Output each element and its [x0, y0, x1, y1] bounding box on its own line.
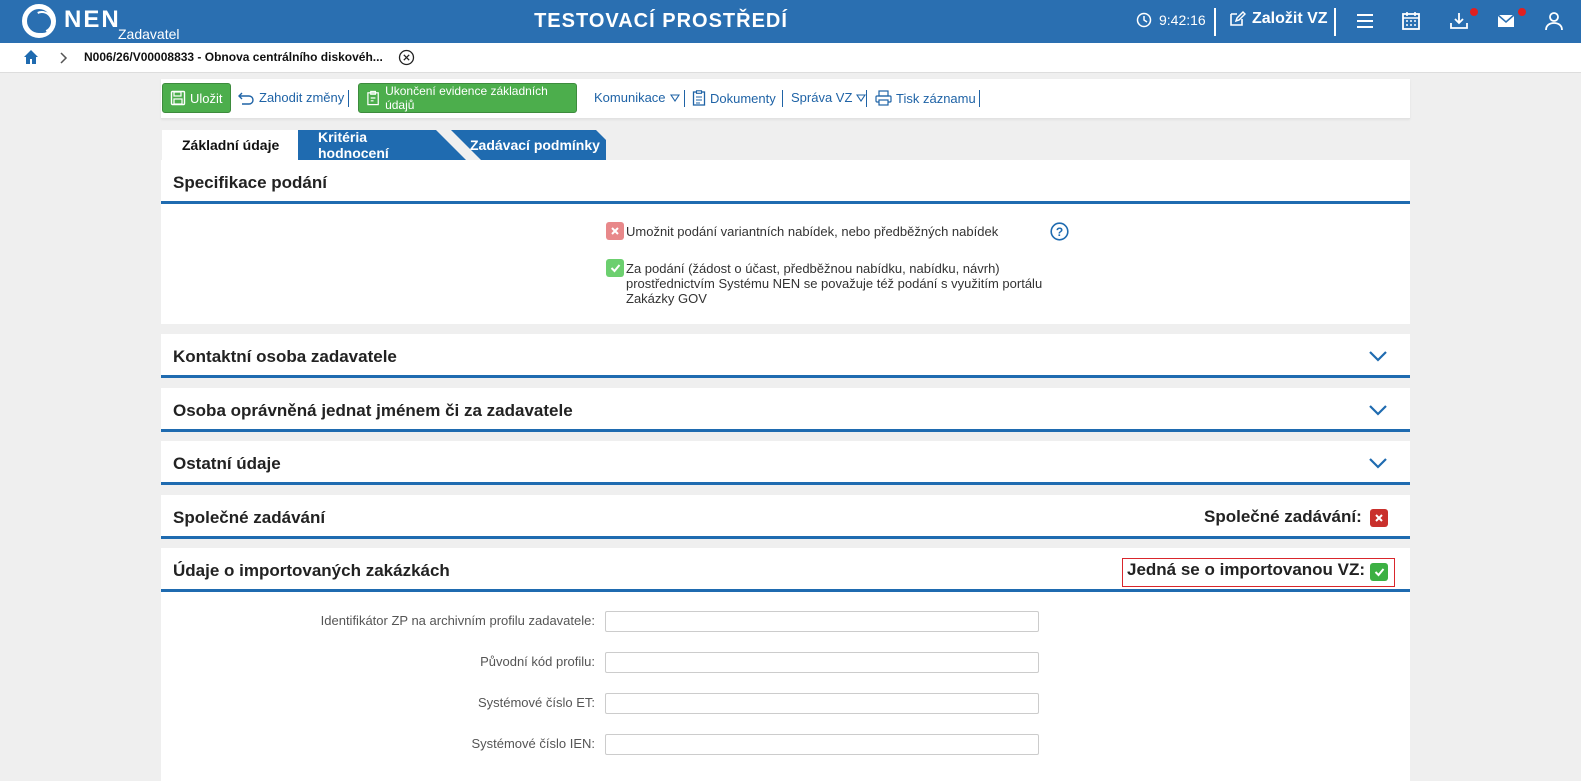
divider — [1334, 8, 1336, 36]
joint-procurement-panel: Společné zadávání Společné zadávání: — [161, 495, 1410, 539]
divider — [782, 90, 783, 107]
variant-bids-label: Umožnit podání variantních nabídek, nebo… — [626, 224, 999, 239]
authorized-person-panel[interactable]: Osoba oprávněná jednat jménem či za zada… — [161, 388, 1410, 432]
archive-id-label: Identifikátor ZP na archivním profilu za… — [320, 613, 595, 628]
action-toolbar: Uložit Zahodit změny Ukončení evidence z… — [161, 79, 1410, 119]
chevron-right-icon — [60, 52, 68, 64]
panel-title: Kontaktní osoba zadavatele — [173, 347, 397, 366]
gov-portal-checkbox[interactable] — [606, 259, 624, 277]
discard-label: Zahodit změny — [259, 90, 345, 105]
panel-title: Údaje o importovaných zakázkách — [173, 561, 450, 580]
panel-title: Specifikace podání — [173, 173, 327, 192]
tab-label: Kritéria hodnocení — [318, 129, 389, 161]
close-icon[interactable] — [398, 49, 415, 66]
contact-person-panel[interactable]: Kontaktní osoba zadavatele — [161, 334, 1410, 378]
system-number-et-label: Systémové číslo ET: — [477, 695, 595, 710]
breadcrumb: N006/26/V00008833 - Obnova centrálního d… — [0, 43, 1581, 73]
print-label: Tisk záznamu — [896, 90, 976, 106]
notification-dot — [1470, 8, 1478, 16]
edit-icon — [1230, 10, 1246, 26]
communication-label: Komunikace — [594, 90, 666, 105]
finish-evidence-label: Ukončení evidence základních údajů — [385, 84, 548, 112]
breadcrumb-item[interactable]: N006/26/V00008833 - Obnova centrálního d… — [84, 50, 383, 64]
submission-spec-panel: Specifikace podání — [161, 160, 1410, 324]
other-data-panel[interactable]: Ostatní údaje — [161, 441, 1410, 485]
joint-procurement-label: Společné zadávání: — [1204, 507, 1362, 526]
save-label: Uložit — [190, 90, 223, 106]
undo-icon — [238, 92, 254, 105]
divider — [348, 90, 349, 107]
divider — [866, 90, 867, 107]
x-icon — [1375, 514, 1383, 522]
session-clock: 9:42:16 — [1136, 12, 1206, 28]
svg-text:?: ? — [1056, 225, 1063, 239]
documents-button[interactable]: Dokumenty — [692, 90, 776, 106]
print-record-button[interactable]: Tisk záznamu — [875, 90, 976, 106]
chevron-down-icon[interactable] — [1368, 350, 1388, 362]
tab-evaluation-criteria[interactable]: Kritéria hodnocení — [298, 129, 436, 161]
home-icon[interactable] — [22, 48, 40, 66]
calendar-icon[interactable] — [1400, 10, 1422, 32]
panel-header: Kontaktní osoba zadavatele — [161, 334, 1410, 378]
tab-notch — [286, 130, 298, 160]
clock-icon — [1136, 12, 1152, 28]
save-icon — [170, 90, 186, 106]
tab-basic-data[interactable]: Základní údaje — [162, 130, 298, 160]
tab-label: Základní údaje — [182, 137, 280, 153]
variant-bids-checkbox[interactable] — [606, 222, 624, 240]
divider — [684, 90, 685, 107]
document-icon — [692, 90, 706, 106]
environment-title: TESTOVACÍ PROSTŘEDÍ — [534, 10, 788, 32]
system-number-et-input[interactable] — [605, 693, 1039, 714]
clock-time: 9:42:16 — [1159, 12, 1206, 28]
panel-header: Specifikace podání — [161, 160, 1410, 204]
tab-tender-conditions[interactable]: Zadávací podmínky — [450, 130, 610, 160]
save-button[interactable]: Uložit — [162, 83, 231, 113]
triangle-down-icon — [856, 93, 867, 102]
chevron-down-icon[interactable] — [1368, 457, 1388, 469]
panel-header: Ostatní údaje — [161, 441, 1410, 485]
gov-portal-label-line2: prostřednictvím Systému NEN se považuje … — [626, 276, 1043, 291]
x-icon — [611, 227, 619, 235]
panel-header: Společné zadávání Společné zadávání: — [161, 495, 1410, 539]
create-vz-label: Založit VZ — [1252, 10, 1328, 27]
gov-portal-label-line3: Zakázky GOV — [626, 291, 707, 306]
page-scrollbar[interactable] — [1566, 82, 1581, 742]
manage-vz-menu[interactable]: Správa VZ — [791, 90, 867, 105]
menu-icon[interactable] — [1354, 10, 1376, 32]
top-bar: NEN Zadavatel TESTOVACÍ PROSTŘEDÍ 9:42:1… — [0, 0, 1581, 43]
panel-header: Osoba oprávněná jednat jménem či za zada… — [161, 388, 1410, 432]
check-icon — [610, 264, 620, 273]
printer-icon — [875, 90, 892, 106]
highlight-frame — [1122, 558, 1395, 587]
joint-procurement-checkbox[interactable] — [1370, 509, 1388, 527]
system-number-ien-label: Systémové číslo IEN: — [471, 736, 595, 751]
gov-portal-label-line1: Za podání (žádost o účast, předběžnou na… — [626, 261, 1000, 276]
divider — [979, 90, 980, 107]
divider — [1214, 8, 1216, 36]
communication-menu[interactable]: Komunikace — [594, 90, 680, 105]
triangle-down-icon — [669, 93, 680, 102]
system-number-ien-input[interactable] — [605, 734, 1039, 755]
archive-id-input[interactable] — [605, 611, 1039, 632]
finish-evidence-button[interactable]: Ukončení evidence základních údajů — [358, 83, 577, 113]
notification-dot — [1518, 8, 1526, 16]
clipboard-check-icon — [367, 90, 379, 106]
panel-title: Ostatní údaje — [173, 454, 281, 473]
original-profile-code-input[interactable] — [605, 652, 1039, 673]
panel-title: Společné zadávání — [173, 508, 326, 527]
discard-changes-button[interactable]: Zahodit změny — [238, 90, 344, 105]
create-vz-button[interactable]: Založit VZ — [1228, 10, 1328, 28]
panel-title: Osoba oprávněná jednat jménem či za zada… — [173, 401, 573, 420]
tab-label: Zadávací podmínky — [470, 137, 600, 153]
download-icon[interactable] — [1448, 10, 1470, 32]
chevron-down-icon[interactable] — [1368, 404, 1388, 416]
manage-vz-label: Správa VZ — [791, 90, 853, 105]
original-profile-code-label: Původní kód profilu: — [480, 654, 595, 669]
help-icon[interactable]: ? — [1050, 222, 1069, 241]
user-icon[interactable] — [1543, 10, 1565, 32]
mail-icon[interactable] — [1495, 10, 1517, 32]
documents-label: Dokumenty — [710, 90, 776, 106]
